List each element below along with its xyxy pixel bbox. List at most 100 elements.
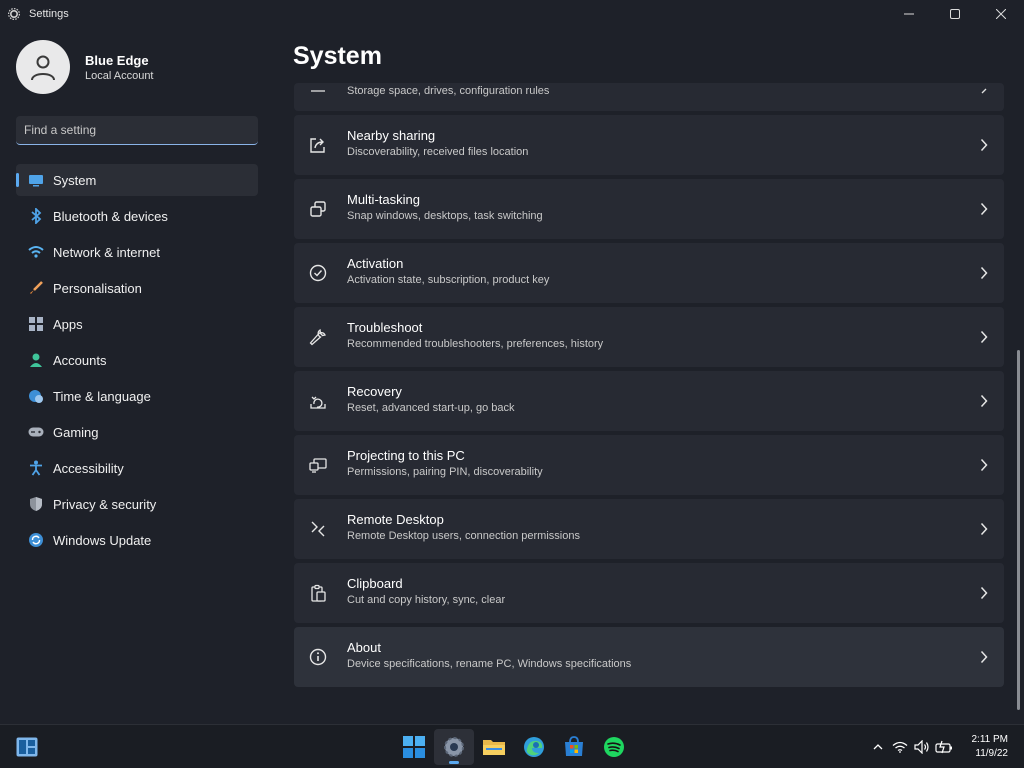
volume-icon[interactable] xyxy=(912,737,932,757)
sidebar-item-label: Bluetooth & devices xyxy=(53,208,168,224)
widgets-icon[interactable] xyxy=(16,737,38,757)
update-icon xyxy=(28,532,44,548)
chevron-right-icon xyxy=(978,650,990,664)
chevron-right-icon xyxy=(978,458,990,472)
setting-card-remote-desktop[interactable]: Remote Desktop Remote Desktop users, con… xyxy=(294,499,1004,559)
sidebar-item-label: Accounts xyxy=(53,352,107,368)
setting-card-subtitle: Permissions, pairing PIN, discoverabilit… xyxy=(347,466,543,478)
setting-card-subtitle: Reset, advanced start-up, go back xyxy=(347,402,515,414)
setting-card-title: Projecting to this PC xyxy=(347,448,465,463)
chevron-right-icon xyxy=(978,394,990,408)
setting-card-subtitle: Snap windows, desktops, task switching xyxy=(347,210,543,222)
minimize-button[interactable] xyxy=(886,0,932,28)
info-icon xyxy=(308,647,328,667)
setting-card-clipboard[interactable]: Clipboard Cut and copy history, sync, cl… xyxy=(294,563,1004,623)
sidebar-item-windows-update[interactable]: Windows Update xyxy=(16,524,258,556)
sidebar-item-time-language[interactable]: Time & language xyxy=(16,380,258,412)
setting-card-subtitle: Discoverability, received files location xyxy=(347,146,529,158)
setting-card-subtitle: Remote Desktop users, connection permiss… xyxy=(347,530,580,542)
sidebar-item-privacy-security[interactable]: Privacy & security xyxy=(16,488,258,520)
bluetooth-icon xyxy=(28,208,44,224)
setting-card-title: Recovery xyxy=(347,384,402,399)
setting-card-storage[interactable]: Storage space, drives, configuration rul… xyxy=(294,83,1004,111)
setting-card-title: About xyxy=(347,640,381,655)
project-icon xyxy=(308,455,328,475)
sidebar: Blue Edge Local Account System Bluetooth… xyxy=(0,28,275,724)
setting-card-subtitle: Recommended troubleshooters, preferences… xyxy=(347,338,604,350)
brush-icon xyxy=(28,280,44,296)
storage-icon xyxy=(308,83,328,103)
setting-card-title: Multi-tasking xyxy=(347,192,420,207)
sidebar-item-label: Network & internet xyxy=(53,244,160,260)
chevron-right-icon xyxy=(978,202,990,216)
clock-date: 11/9/22 xyxy=(975,748,1008,759)
spotify-icon[interactable] xyxy=(594,729,634,765)
chevron-right-icon xyxy=(978,586,990,600)
window-controls xyxy=(886,0,1024,28)
sidebar-item-accounts[interactable]: Accounts xyxy=(16,344,258,376)
wrench-icon xyxy=(308,327,328,347)
chevron-right-icon xyxy=(978,138,990,152)
avatar[interactable] xyxy=(16,40,70,94)
sidebar-item-personalisation[interactable]: Personalisation xyxy=(16,272,258,304)
start-icon[interactable] xyxy=(394,729,434,765)
sidebar-item-label: Accessibility xyxy=(53,460,124,476)
globe-clock-icon xyxy=(28,388,44,404)
chevron-up-icon[interactable] xyxy=(868,737,888,757)
maximize-button[interactable] xyxy=(932,0,978,28)
taskbar-clock[interactable]: 2:11 PM 11/9/22 xyxy=(962,733,1009,761)
setting-card-recovery[interactable]: Recovery Reset, advanced start-up, go ba… xyxy=(294,371,1004,431)
setting-card-subtitle: Cut and copy history, sync, clear xyxy=(347,594,506,606)
battery-icon[interactable] xyxy=(934,737,954,757)
sidebar-item-gaming[interactable]: Gaming xyxy=(16,416,258,448)
search-input[interactable] xyxy=(24,123,258,137)
setting-card-title: Nearby sharing xyxy=(347,128,436,143)
shield-icon xyxy=(28,496,44,512)
setting-card-title: Remote Desktop xyxy=(347,512,444,527)
setting-card-projecting[interactable]: Projecting to this PC Permissions, pairi… xyxy=(294,435,1004,495)
sidebar-item-label: Privacy & security xyxy=(53,496,157,512)
clock-time: 2:11 PM xyxy=(971,734,1009,745)
sidebar-item-network[interactable]: Network & internet xyxy=(16,236,258,268)
sidebar-item-system[interactable]: System xyxy=(16,164,258,196)
setting-card-about[interactable]: About Device specifications, rename PC, … xyxy=(294,627,1004,687)
settings-icon[interactable] xyxy=(434,729,474,765)
setting-card-nearby-sharing[interactable]: Nearby sharing Discoverability, received… xyxy=(294,115,1004,175)
sidebar-item-label: Windows Update xyxy=(53,532,152,548)
person-icon xyxy=(31,55,55,81)
wifi-icon xyxy=(28,244,44,260)
title-bar[interactable]: Settings xyxy=(0,0,1024,28)
sidebar-item-apps[interactable]: Apps xyxy=(16,308,258,340)
chevron-right-icon xyxy=(978,522,990,536)
setting-card-multitasking[interactable]: Multi-tasking Snap windows, desktops, ta… xyxy=(294,179,1004,239)
sidebar-item-label: Time & language xyxy=(53,388,151,404)
setting-card-title: Clipboard xyxy=(347,576,403,591)
page-title: System xyxy=(293,42,382,70)
sidebar-nav: System Bluetooth & devices Network & int… xyxy=(16,164,258,560)
scrollbar-thumb[interactable] xyxy=(1017,350,1020,710)
edge-icon[interactable] xyxy=(514,729,554,765)
apps-icon xyxy=(28,316,44,332)
setting-card-title: Troubleshoot xyxy=(347,320,423,335)
main-content: System Storage space, drives, configurat… xyxy=(275,28,1024,724)
store-icon[interactable] xyxy=(554,729,594,765)
search-box[interactable] xyxy=(16,116,258,145)
sidebar-item-label: Gaming xyxy=(53,424,99,440)
setting-card-activation[interactable]: Activation Activation state, subscriptio… xyxy=(294,243,1004,303)
close-button[interactable] xyxy=(978,0,1024,28)
taskbar-apps xyxy=(394,729,634,765)
setting-card-troubleshoot[interactable]: Troubleshoot Recommended troubleshooters… xyxy=(294,307,1004,367)
wifi-icon[interactable] xyxy=(890,737,910,757)
user-profile[interactable]: Blue Edge Local Account xyxy=(16,40,154,94)
file-explorer-icon[interactable] xyxy=(474,729,514,765)
monitor-icon xyxy=(28,172,44,188)
sidebar-item-accessibility[interactable]: Accessibility xyxy=(16,452,258,484)
gamepad-icon xyxy=(28,424,44,440)
settings-list: Storage space, drives, configuration rul… xyxy=(294,83,1004,691)
sidebar-item-bluetooth[interactable]: Bluetooth & devices xyxy=(16,200,258,232)
clipboard-icon xyxy=(308,583,328,603)
share-icon xyxy=(308,135,328,155)
taskbar: 2:11 PM 11/9/22 xyxy=(0,724,1024,768)
setting-card-subtitle: Storage space, drives, configuration rul… xyxy=(347,85,550,97)
chevron-right-icon xyxy=(978,266,990,280)
